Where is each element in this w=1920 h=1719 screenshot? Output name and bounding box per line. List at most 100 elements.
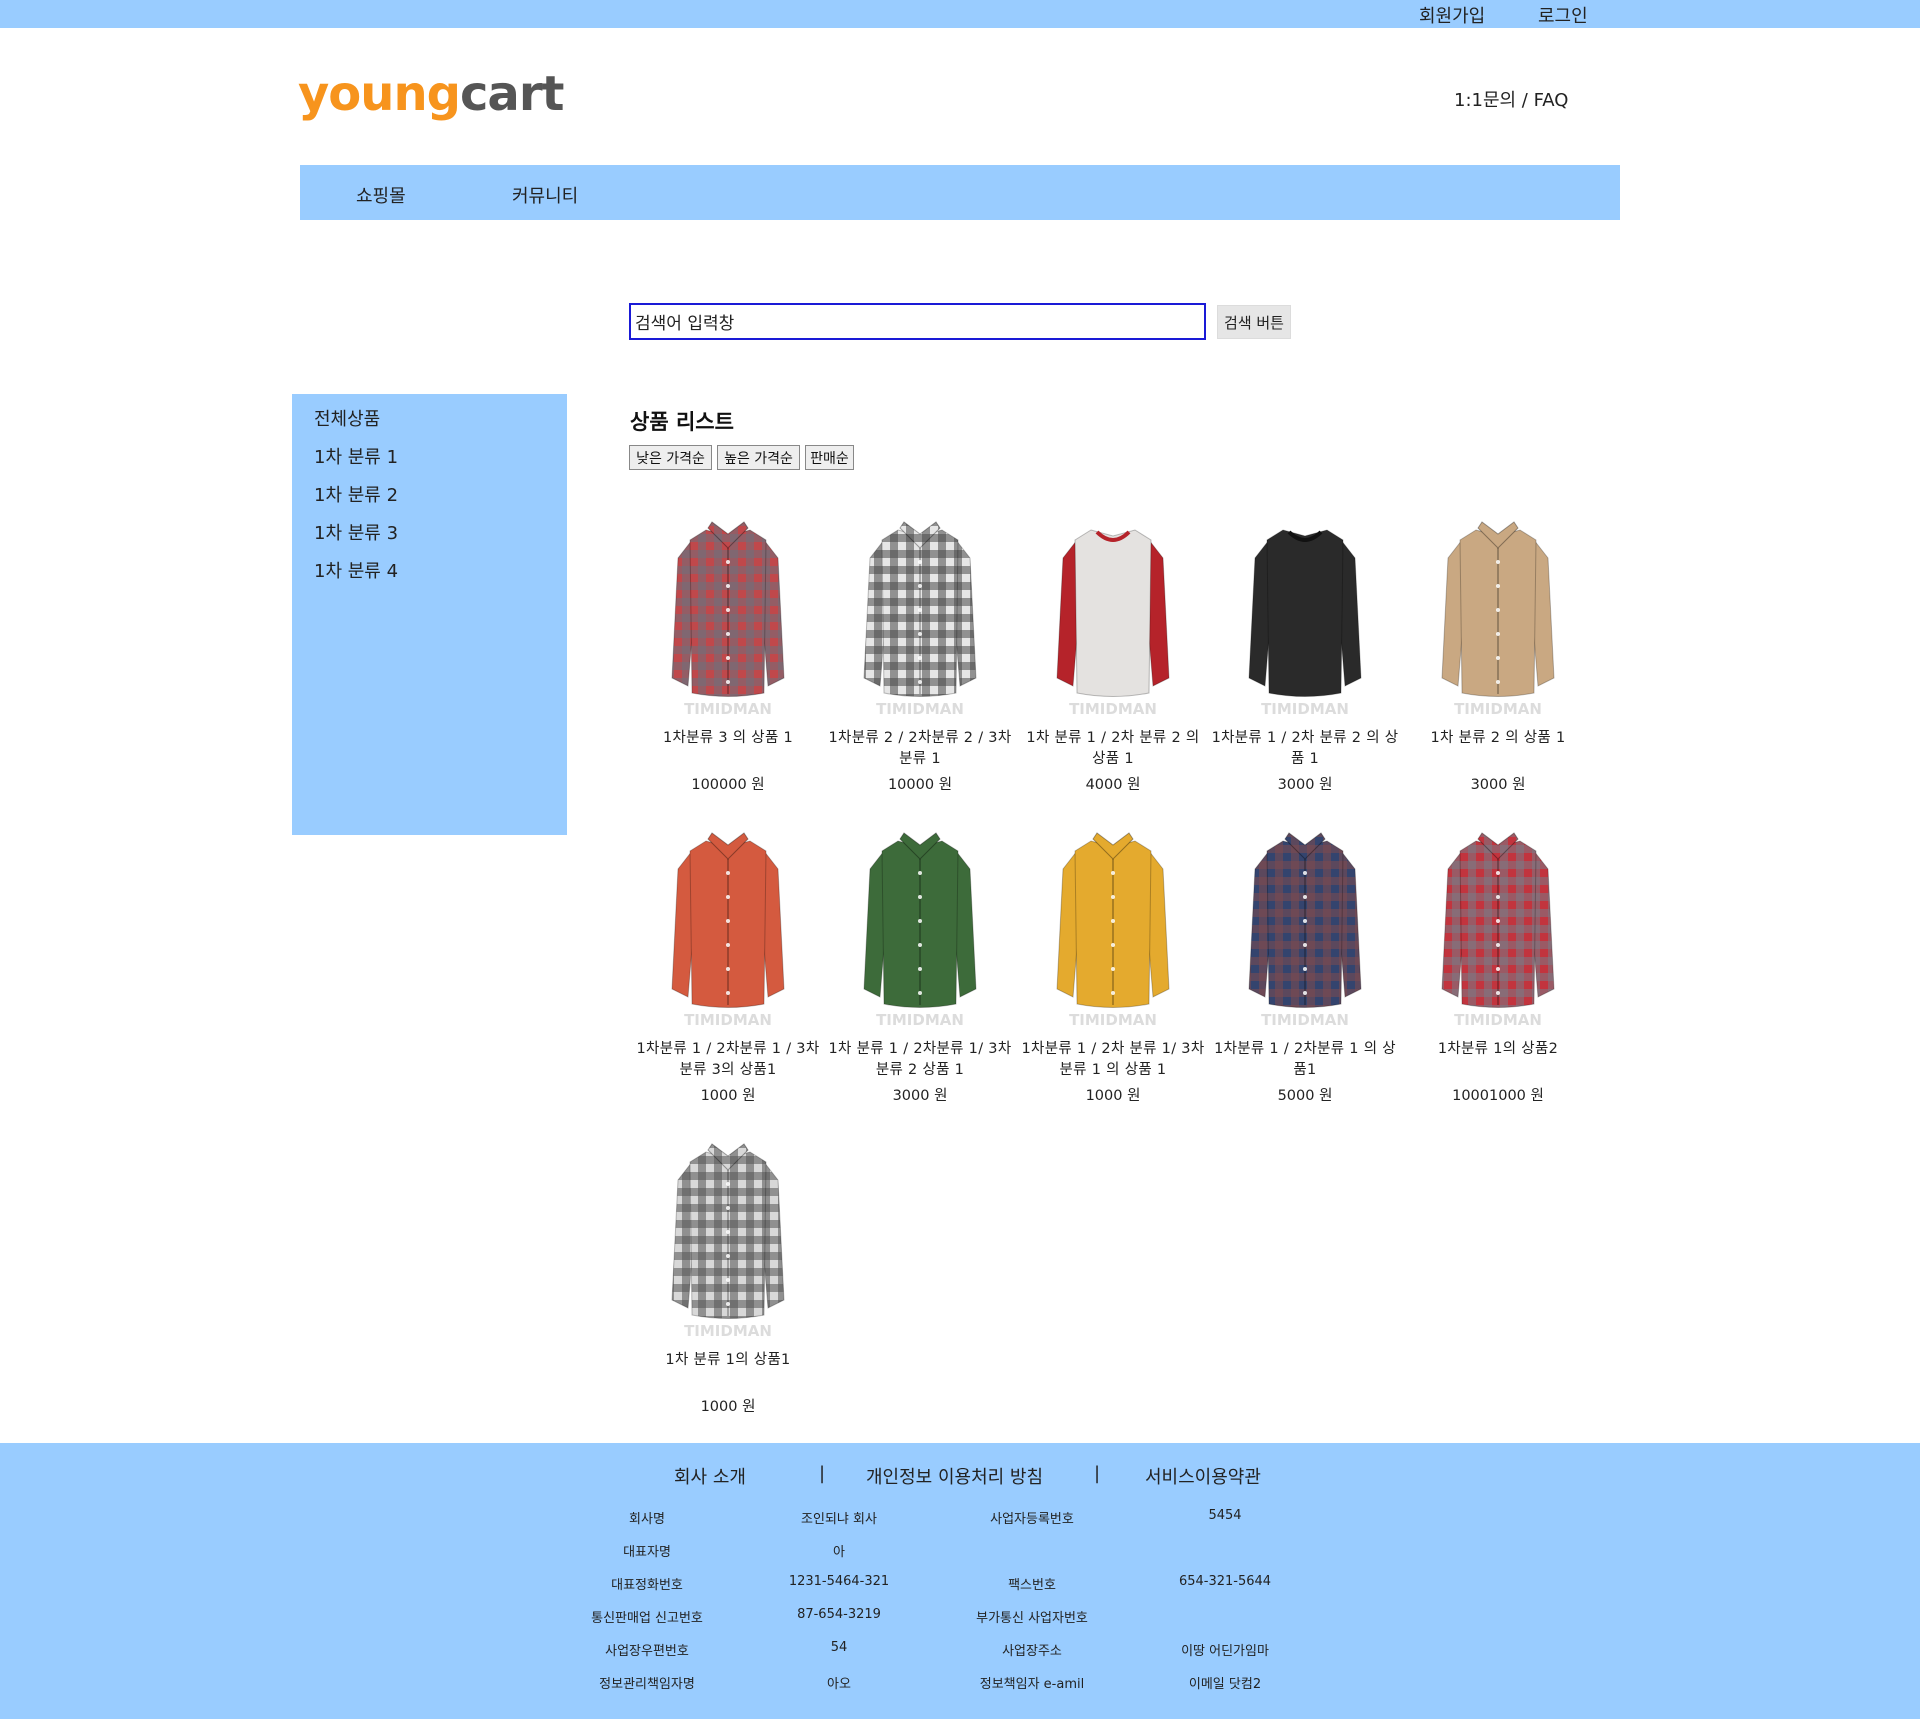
product-card[interactable]: TIMIDMAN 1차 분류 1의 상품1 1000 원 [634,1140,822,1420]
watermark-text: TIMIDMAN [876,700,964,718]
info-value: 이땅 어딘가임마 [1181,1644,1269,1659]
product-card[interactable]: TIMIDMAN 1차분류 1 / 2차분류 1 / 3차분류 3의 상품1 100… [634,829,822,1109]
product-name[interactable]: 1차 분류 2 의 상품 1 [1404,728,1592,749]
product-image: TIMIDMAN [1441,521,1555,718]
product-name[interactable]: 1차분류 1 / 2차분류 1 / 3차분류 3의 상품1 [634,1039,822,1081]
watermark-text: TIMIDMAN [1454,1011,1542,1029]
info-label: 회사명 [629,1512,665,1527]
info-label: 부가통신 사업자번호 [976,1611,1088,1626]
product-price: 3000 원 [892,1088,948,1104]
product-name[interactable]: 1차 분류 1 / 2차 분류 2 의 상품 1 [1019,728,1207,770]
watermark-text: TIMIDMAN [684,1322,772,1340]
sidebar-item-category-4[interactable]: 1차 분류 4 [314,557,398,583]
footer-separator: | [819,1463,826,1484]
watermark-text: TIMIDMAN [876,1011,964,1029]
sidebar-item-category-2[interactable]: 1차 분류 2 [314,481,398,507]
product-name[interactable]: 1차분류 1 / 2차 분류 1/ 3차 분류 1 의 상품 1 [1019,1039,1207,1081]
product-card[interactable]: TIMIDMAN 1차분류 2 / 2차분류 2 / 3차분류 1 10000 원 [826,518,1014,798]
watermark-text: TIMIDMAN [684,700,772,718]
product-name[interactable]: 1차 분류 1 / 2차분류 1/ 3차 분류 2 상품 1 [826,1039,1014,1081]
info-value: 1231-5464-321 [788,1574,890,1589]
product-thumbnail[interactable]: TIMIDMAN [1404,518,1592,718]
footer-link-terms[interactable]: 서비스이용약관 [1145,1463,1261,1489]
main-navigation: 쇼핑몰 커뮤니티 [300,165,1620,220]
info-label: 대표자명 [623,1545,671,1560]
footer-separator: | [1094,1463,1101,1484]
info-label: 사업장우편번호 [605,1644,689,1659]
product-thumbnail[interactable]: TIMIDMAN [826,829,1014,1029]
product-name[interactable]: 1차분류 3 의 상품 1 [634,728,822,749]
sort-sales-button[interactable]: 판매순 [805,445,854,470]
product-card[interactable]: TIMIDMAN 1차 분류 1 / 2차분류 1/ 3차 분류 2 상품 1 30… [826,829,1014,1109]
product-list-title: 상품 리스트 [630,410,734,434]
footer-link-privacy[interactable]: 개인정보 이용처리 방침 [866,1463,1043,1489]
product-name[interactable]: 1차분류 1 / 2차분류 1 의 상품1 [1211,1039,1399,1081]
product-name[interactable]: 1차분류 1의 상품2 [1404,1039,1592,1060]
watermark-text: TIMIDMAN [1261,1011,1349,1029]
product-card[interactable]: TIMIDMAN 1차분류 1 / 2차 분류 2 의 상품 1 3000 원 [1211,518,1399,798]
product-thumbnail[interactable]: TIMIDMAN [634,518,822,718]
product-price: 4000 원 [1085,777,1141,793]
product-image: TIMIDMAN [1441,832,1555,1029]
product-thumbnail[interactable]: TIMIDMAN [634,1140,822,1340]
product-card[interactable]: TIMIDMAN 1차분류 1 / 2차분류 1 의 상품1 5000 원 [1211,829,1399,1109]
product-thumbnail[interactable]: TIMIDMAN [1211,518,1399,718]
sort-high-price-button[interactable]: 높은 가격순 [717,445,800,470]
product-thumbnail[interactable]: TIMIDMAN [1019,518,1207,718]
footer: 회사 소개 | 개인정보 이용처리 방침 | 서비스이용약관 회사명 조인되냐 회… [0,1443,1920,1719]
product-name[interactable]: 1차분류 1 / 2차 분류 2 의 상품 1 [1211,728,1399,770]
product-card[interactable]: TIMIDMAN 1차 분류 2 의 상품 1 3000 원 [1404,518,1592,798]
product-name[interactable]: 1차 분류 1의 상품1 [634,1350,822,1371]
signup-link[interactable]: 회원가입 [1419,2,1485,28]
category-sidebar: 전체상품 1차 분류 1 1차 분류 2 1차 분류 3 1차 분류 4 [292,394,567,835]
product-price: 1000 원 [1085,1088,1141,1104]
watermark-text: TIMIDMAN [684,1011,772,1029]
info-value: 아오 [827,1677,851,1692]
product-price: 5000 원 [1277,1088,1333,1104]
sidebar-item-all[interactable]: 전체상품 [314,405,380,431]
info-value: 54 [830,1640,848,1655]
product-thumbnail[interactable]: TIMIDMAN [1404,829,1592,1029]
sidebar-item-category-3[interactable]: 1차 분류 3 [314,519,398,545]
sort-low-price-button[interactable]: 낮은 가격순 [629,445,712,470]
product-image: TIMIDMAN [671,832,785,1029]
sidebar-item-category-1[interactable]: 1차 분류 1 [314,443,398,469]
product-price: 3000 원 [1470,777,1526,793]
search-button[interactable]: 검색 버튼 [1217,305,1291,339]
info-label: 사업장주소 [1002,1644,1062,1659]
nav-item-community[interactable]: 커뮤니티 [512,182,578,208]
login-link[interactable]: 로그인 [1538,2,1588,28]
product-thumbnail[interactable]: TIMIDMAN [1019,829,1207,1029]
logo[interactable]: youngcart [298,70,564,118]
footer-link-company[interactable]: 회사 소개 [674,1463,746,1489]
product-price: 100000 원 [691,777,765,793]
info-value: 87-654-3219 [797,1607,881,1622]
logo-text-young: young [298,66,461,122]
product-image: TIMIDMAN [1248,529,1362,718]
product-price: 1000 원 [700,1088,756,1104]
info-label: 통신판매업 신고번호 [591,1611,703,1626]
qa-faq-link[interactable]: 1:1문의 / FAQ [1454,86,1568,112]
product-name[interactable]: 1차분류 2 / 2차분류 2 / 3차분류 1 [826,728,1014,770]
product-thumbnail[interactable]: TIMIDMAN [634,829,822,1029]
nav-item-shop[interactable]: 쇼핑몰 [356,182,406,208]
product-card[interactable]: TIMIDMAN 1차 분류 1 / 2차 분류 2 의 상품 1 4000 원 [1019,518,1207,798]
product-image: TIMIDMAN [1056,529,1170,718]
product-image: TIMIDMAN [1248,832,1362,1029]
product-card[interactable]: TIMIDMAN 1차분류 1의 상품2 10001000 원 [1404,829,1592,1109]
top-bar: 회원가입 로그인 [0,0,1920,28]
info-label: 대표정화번호 [611,1578,683,1593]
info-label: 사업자등록번호 [990,1512,1074,1527]
product-price: 1000 원 [700,1399,756,1415]
product-card[interactable]: TIMIDMAN 1차분류 3 의 상품 1 100000 원 [634,518,822,798]
info-value: 아 [833,1545,845,1560]
product-thumbnail[interactable]: TIMIDMAN [1211,829,1399,1029]
product-image: TIMIDMAN [863,521,977,718]
search-input[interactable] [629,303,1206,340]
logo-text-cart: cart [459,66,564,122]
info-label: 팩스번호 [1008,1578,1056,1593]
product-card[interactable]: TIMIDMAN 1차분류 1 / 2차 분류 1/ 3차 분류 1 의 상품 1… [1019,829,1207,1109]
product-price: 10000 원 [887,777,953,793]
product-thumbnail[interactable]: TIMIDMAN [826,518,1014,718]
watermark-text: TIMIDMAN [1261,700,1349,718]
